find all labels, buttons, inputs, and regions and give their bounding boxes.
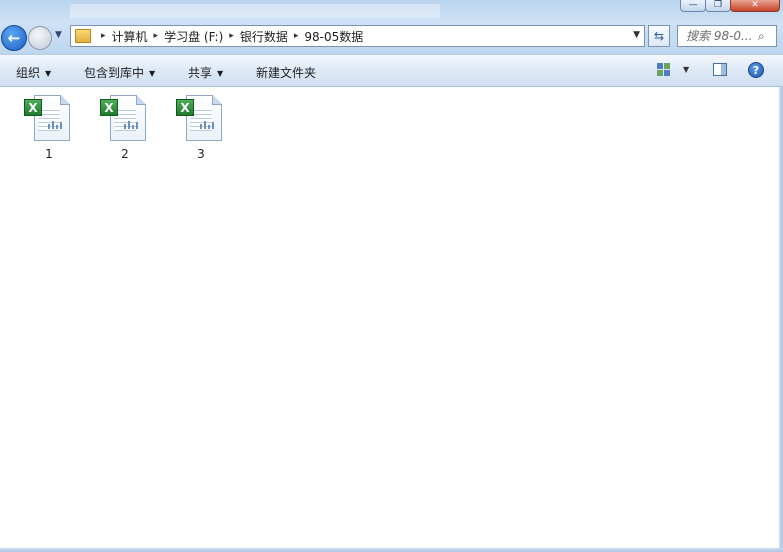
file-name: 1 xyxy=(45,147,53,161)
breadcrumb-computer[interactable]: 计算机 xyxy=(112,28,148,45)
excel-file-icon: X xyxy=(100,95,150,141)
maximize-button[interactable]: ❐ xyxy=(705,0,731,12)
close-button[interactable]: ✕ xyxy=(730,0,780,12)
refresh-icon: ⇆ xyxy=(653,29,665,43)
view-grid-icon xyxy=(657,63,670,76)
folder-icon xyxy=(75,29,91,43)
share-button[interactable]: 共享 ▼ xyxy=(188,64,223,81)
back-button[interactable]: ← xyxy=(1,25,27,51)
chevron-down-icon: ▼ xyxy=(45,69,52,78)
forward-button[interactable] xyxy=(28,26,52,50)
change-view-button[interactable]: ▼ xyxy=(657,63,689,76)
refresh-button[interactable]: ⇆ xyxy=(648,25,670,47)
breadcrumb-drive[interactable]: 学习盘 (F:) xyxy=(164,28,223,45)
search-box[interactable]: ⌕ xyxy=(677,25,777,47)
navigation-bar: ← ▼ ▸ 计算机 ▸ 学习盘 (F:) ▸ 银行数据 ▸ 98-05数据 ▼ … xyxy=(0,22,783,54)
breadcrumb-separator[interactable]: ▸ xyxy=(154,31,159,41)
address-dropdown-button[interactable]: ▼ xyxy=(633,30,640,40)
file-name: 3 xyxy=(197,147,205,161)
include-in-library-label: 包含到库中 xyxy=(84,66,145,80)
window-title-area xyxy=(70,4,440,18)
new-folder-button[interactable]: 新建文件夹 xyxy=(256,64,316,81)
search-icon[interactable]: ⌕ xyxy=(758,29,765,44)
excel-file-icon: X xyxy=(176,95,226,141)
file-name: 2 xyxy=(121,147,129,161)
address-bar[interactable]: ▸ 计算机 ▸ 学习盘 (F:) ▸ 银行数据 ▸ 98-05数据 ▼ xyxy=(70,25,645,47)
file-item[interactable]: X 1 xyxy=(19,95,79,161)
breadcrumb-bank-data[interactable]: 银行数据 xyxy=(240,28,288,45)
back-arrow-icon: ← xyxy=(7,29,21,47)
file-list-area[interactable]: X 1 X 2 X 3 xyxy=(0,87,779,548)
chevron-down-icon: ▼ xyxy=(217,69,224,78)
chevron-down-icon: ▼ xyxy=(149,69,156,78)
title-bar: — ❐ ✕ xyxy=(0,0,783,22)
window-frame-right xyxy=(779,87,783,552)
preview-pane-icon[interactable] xyxy=(713,63,727,76)
share-label: 共享 xyxy=(188,66,213,80)
new-folder-label: 新建文件夹 xyxy=(256,66,317,80)
file-item[interactable]: X 2 xyxy=(95,95,155,161)
recent-pages-button[interactable]: ▼ xyxy=(55,30,62,40)
organize-label: 组织 xyxy=(16,66,41,80)
window-frame-bottom xyxy=(0,548,783,552)
file-item[interactable]: X 3 xyxy=(171,95,231,161)
breadcrumb-separator[interactable]: ▸ xyxy=(229,31,234,41)
chevron-down-icon[interactable]: ▼ xyxy=(683,65,689,74)
include-in-library-button[interactable]: 包含到库中 ▼ xyxy=(84,64,155,81)
command-bar: 组织 ▼ 包含到库中 ▼ 共享 ▼ 新建文件夹 ▼ ? xyxy=(0,54,783,87)
breadcrumb-separator[interactable]: ▸ xyxy=(294,31,299,41)
organize-button[interactable]: 组织 ▼ xyxy=(16,64,51,81)
search-input[interactable] xyxy=(686,29,756,43)
breadcrumb-current-folder[interactable]: 98-05数据 xyxy=(304,28,363,45)
breadcrumb-separator[interactable]: ▸ xyxy=(101,31,106,41)
excel-file-icon: X xyxy=(24,95,74,141)
minimize-button[interactable]: — xyxy=(680,0,706,12)
help-icon[interactable]: ? xyxy=(748,62,764,78)
